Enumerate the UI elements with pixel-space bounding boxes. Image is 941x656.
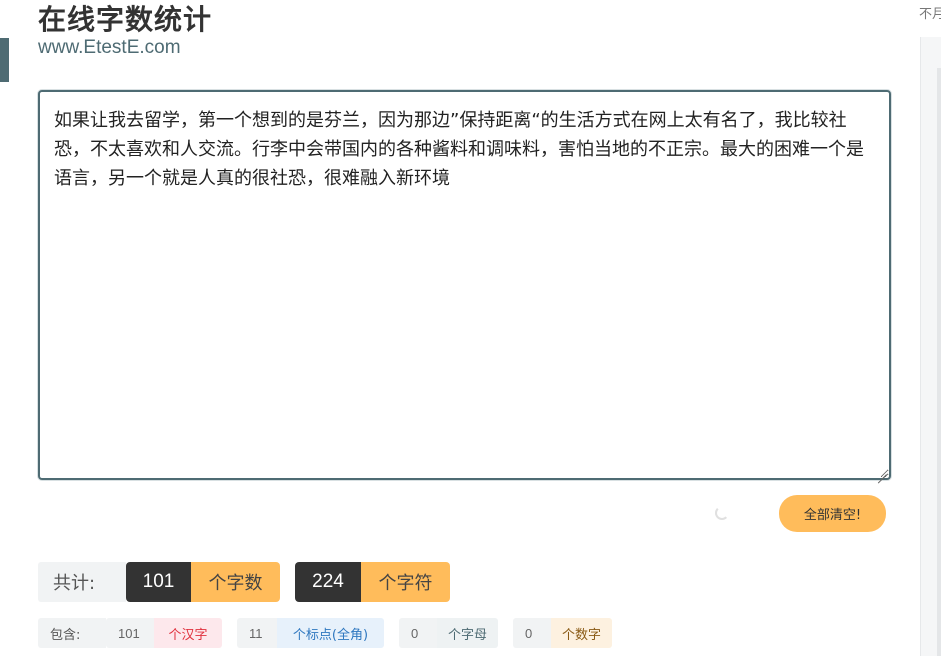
digit-count-badge: 0 个数字	[513, 618, 612, 648]
resize-handle-icon[interactable]	[877, 465, 887, 475]
punct-count-badge: 11 个标点(全角)	[237, 618, 384, 648]
hanzi-count-unit: 个汉字	[154, 618, 222, 648]
sidebar-top-text: 不月	[919, 7, 941, 22]
hanzi-count-badge: 101 个汉字	[106, 618, 222, 648]
site-url: www.EtestE.com	[38, 37, 181, 58]
totals-row: 共计: 101 个字数 224 个字符	[38, 562, 465, 602]
char-count-unit: 个字符	[361, 562, 450, 602]
char-count-badge: 224 个字符	[295, 562, 450, 602]
punct-count-value: 11	[237, 618, 277, 648]
hanzi-count-value: 101	[106, 618, 154, 648]
word-count-unit: 个字数	[191, 562, 280, 602]
page-title: 在线字数统计	[38, 3, 213, 36]
details-label: 包含:	[38, 618, 106, 648]
word-count-badge: 101 个字数	[126, 562, 280, 602]
letter-count-badge: 0 个字母	[399, 618, 498, 648]
totals-label: 共计:	[38, 562, 126, 602]
details-row: 包含: 101 个汉字 11 个标点(全角) 0 个字母 0 个数字	[38, 618, 627, 648]
text-input-area[interactable]: 如果让我去留学，第一个想到的是芬兰，因为那边”保持距离“的生活方式在网上太有名了…	[38, 90, 891, 480]
sidebar-scrollbar[interactable]	[937, 68, 941, 656]
side-tab-marker[interactable]	[0, 38, 9, 82]
punct-count-unit: 个标点(全角)	[277, 618, 384, 648]
letter-count-value: 0	[399, 618, 437, 648]
digit-count-unit: 个数字	[551, 618, 612, 648]
word-count-value: 101	[126, 562, 191, 602]
clear-all-button[interactable]: 全部清空!	[779, 495, 886, 532]
char-count-value: 224	[295, 562, 361, 602]
letter-count-unit: 个字母	[437, 618, 498, 648]
loading-spinner-icon	[715, 506, 729, 520]
digit-count-value: 0	[513, 618, 551, 648]
